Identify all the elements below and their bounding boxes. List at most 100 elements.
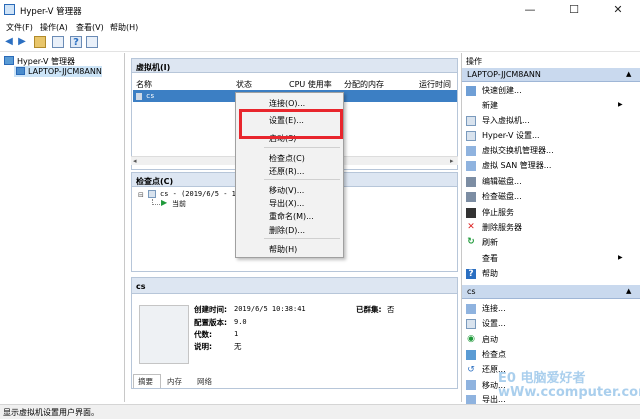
checkpoint-icon — [148, 190, 156, 198]
ctx-separator — [264, 147, 340, 148]
close-button[interactable]: ✕ — [596, 0, 640, 20]
maximize-button[interactable]: ☐ — [552, 0, 596, 20]
clustered-value: 否 — [387, 305, 395, 314]
vm-thumbnail — [139, 305, 189, 364]
start-icon: ◉ — [467, 334, 475, 344]
config-version-label: 配置版本: — [194, 318, 227, 327]
tree-connector — [152, 199, 160, 205]
action-san-manager[interactable]: 虚拟 SAN 管理器... — [482, 160, 551, 171]
action-settings[interactable]: 设置... — [482, 318, 506, 329]
help-icon[interactable]: ? — [70, 36, 82, 48]
action-inspect-disk[interactable]: 检查磁盘... — [482, 191, 522, 202]
collapse-up-icon[interactable]: ▲ — [626, 70, 631, 78]
action-remove-server[interactable]: 删除服务器 — [482, 222, 522, 233]
checkpoint-icon — [466, 350, 476, 360]
edit-disk-icon — [466, 177, 476, 187]
menu-view[interactable]: 查看(V) — [76, 22, 104, 33]
highlight-box — [239, 109, 343, 139]
properties-icon[interactable] — [86, 36, 98, 48]
watermark: E0 电脑爱好者 wWw.ccomputer.com — [498, 371, 640, 400]
action-refresh[interactable]: 刷新 — [482, 237, 498, 248]
ctx-revert[interactable]: 还原(R)... — [269, 166, 304, 177]
action-help[interactable]: 帮助 — [482, 268, 498, 279]
ctx-delete[interactable]: 删除(D)... — [269, 225, 305, 236]
tab-memory[interactable]: 内存 — [167, 376, 182, 387]
console-tree-icon[interactable] — [52, 36, 64, 48]
import-icon — [466, 116, 476, 126]
scroll-left-icon[interactable]: ◂ — [133, 157, 137, 165]
ctx-rename[interactable]: 重命名(M)... — [269, 211, 314, 222]
action-edit-disk[interactable]: 编辑磁盘... — [482, 176, 522, 187]
connect-icon — [466, 304, 476, 314]
action-switch-manager[interactable]: 虚拟交换机管理器... — [482, 145, 554, 156]
ctx-move[interactable]: 移动(V)... — [269, 185, 304, 196]
navigation-tree — [0, 53, 125, 402]
ctx-separator — [264, 238, 340, 239]
hyperv-settings-icon — [466, 131, 476, 141]
status-text: 显示虚拟机设置用户界面。 — [3, 408, 99, 417]
submenu-arrow-icon: ▶ — [618, 254, 623, 261]
vm-panel-title: 虚拟机(I) — [136, 63, 171, 72]
col-state[interactable]: 状态 — [236, 79, 252, 90]
revert-icon: ↺ — [467, 365, 475, 375]
generation-value: 1 — [234, 330, 239, 338]
actions-vm: cs — [467, 287, 476, 296]
collapse-icon[interactable]: ⊟ — [138, 191, 144, 199]
tab-network[interactable]: 网络 — [197, 376, 212, 387]
refresh-icon: ↻ — [467, 237, 475, 247]
server-icon — [16, 67, 25, 75]
folder-icon[interactable] — [34, 36, 46, 48]
inspect-disk-icon — [466, 192, 476, 202]
actions-vm-header[interactable]: cs — [462, 285, 640, 299]
ctx-connect[interactable]: 连接(O)... — [269, 98, 305, 109]
hyperv-manager-icon — [4, 56, 14, 65]
vm-icon — [136, 93, 142, 100]
stop-service-icon — [466, 208, 476, 218]
tree-host[interactable]: LAPTOP-JJCM8ANN — [28, 67, 102, 76]
action-hyperv-settings[interactable]: Hyper-V 设置... — [482, 130, 540, 141]
action-quick-create[interactable]: 快速创建... — [482, 85, 522, 96]
tab-summary[interactable]: 摘要 — [138, 376, 153, 387]
forward-icon[interactable]: ▶ — [16, 36, 28, 48]
action-new[interactable]: 新建 — [482, 100, 498, 111]
scroll-right-icon[interactable]: ▸ — [450, 157, 454, 165]
action-stop-service[interactable]: 停止服务 — [482, 207, 514, 218]
col-uptime[interactable]: 运行时间 — [419, 79, 451, 90]
settings-icon — [466, 319, 476, 329]
config-version-value: 9.0 — [234, 318, 247, 326]
notes-label: 说明: — [194, 342, 212, 351]
minimize-button[interactable]: — — [508, 0, 552, 20]
actions-host: LAPTOP-JJCM8ANN — [467, 70, 541, 79]
move-icon — [466, 380, 476, 390]
col-name[interactable]: 名称 — [136, 79, 152, 90]
menu-help[interactable]: 帮助(H) — [110, 22, 138, 33]
ctx-export[interactable]: 导出(X)... — [269, 198, 304, 209]
action-import[interactable]: 导入虚拟机... — [482, 115, 530, 126]
ctx-help[interactable]: 帮助(H) — [269, 244, 297, 255]
checkpoint-now[interactable]: 当前 — [172, 199, 186, 209]
collapse-up-icon[interactable]: ▲ — [626, 287, 631, 295]
actions-title: 操作 — [466, 57, 482, 66]
checkpoint-panel-title: 检查点(C) — [136, 177, 174, 186]
detail-panel-title: cs — [136, 282, 146, 291]
created-label: 创建时间: — [194, 305, 227, 314]
switch-manager-icon — [466, 146, 476, 156]
clustered-label: 已群集: — [356, 305, 382, 314]
san-manager-icon — [466, 161, 476, 171]
ctx-separator — [264, 179, 340, 180]
action-checkpoint[interactable]: 检查点 — [482, 349, 506, 360]
notes-value: 无 — [234, 342, 242, 351]
menu-action[interactable]: 操作(A) — [40, 22, 68, 33]
col-cpu[interactable]: CPU 使用率 — [289, 79, 332, 90]
generation-label: 代数: — [194, 330, 212, 339]
menu-file[interactable]: 文件(F) — [6, 22, 33, 33]
actions-host-header[interactable]: LAPTOP-JJCM8ANN — [462, 68, 640, 82]
action-connect[interactable]: 连接... — [482, 303, 506, 314]
col-memory[interactable]: 分配的内存 — [344, 79, 384, 90]
now-play-icon: ▶ — [161, 198, 168, 207]
ctx-checkpoint[interactable]: 检查点(C) — [269, 153, 305, 164]
action-view[interactable]: 查看 — [482, 253, 498, 264]
hyperv-app-icon — [4, 4, 15, 15]
action-start[interactable]: 启动 — [482, 334, 498, 345]
back-icon[interactable]: ◀ — [3, 36, 15, 48]
